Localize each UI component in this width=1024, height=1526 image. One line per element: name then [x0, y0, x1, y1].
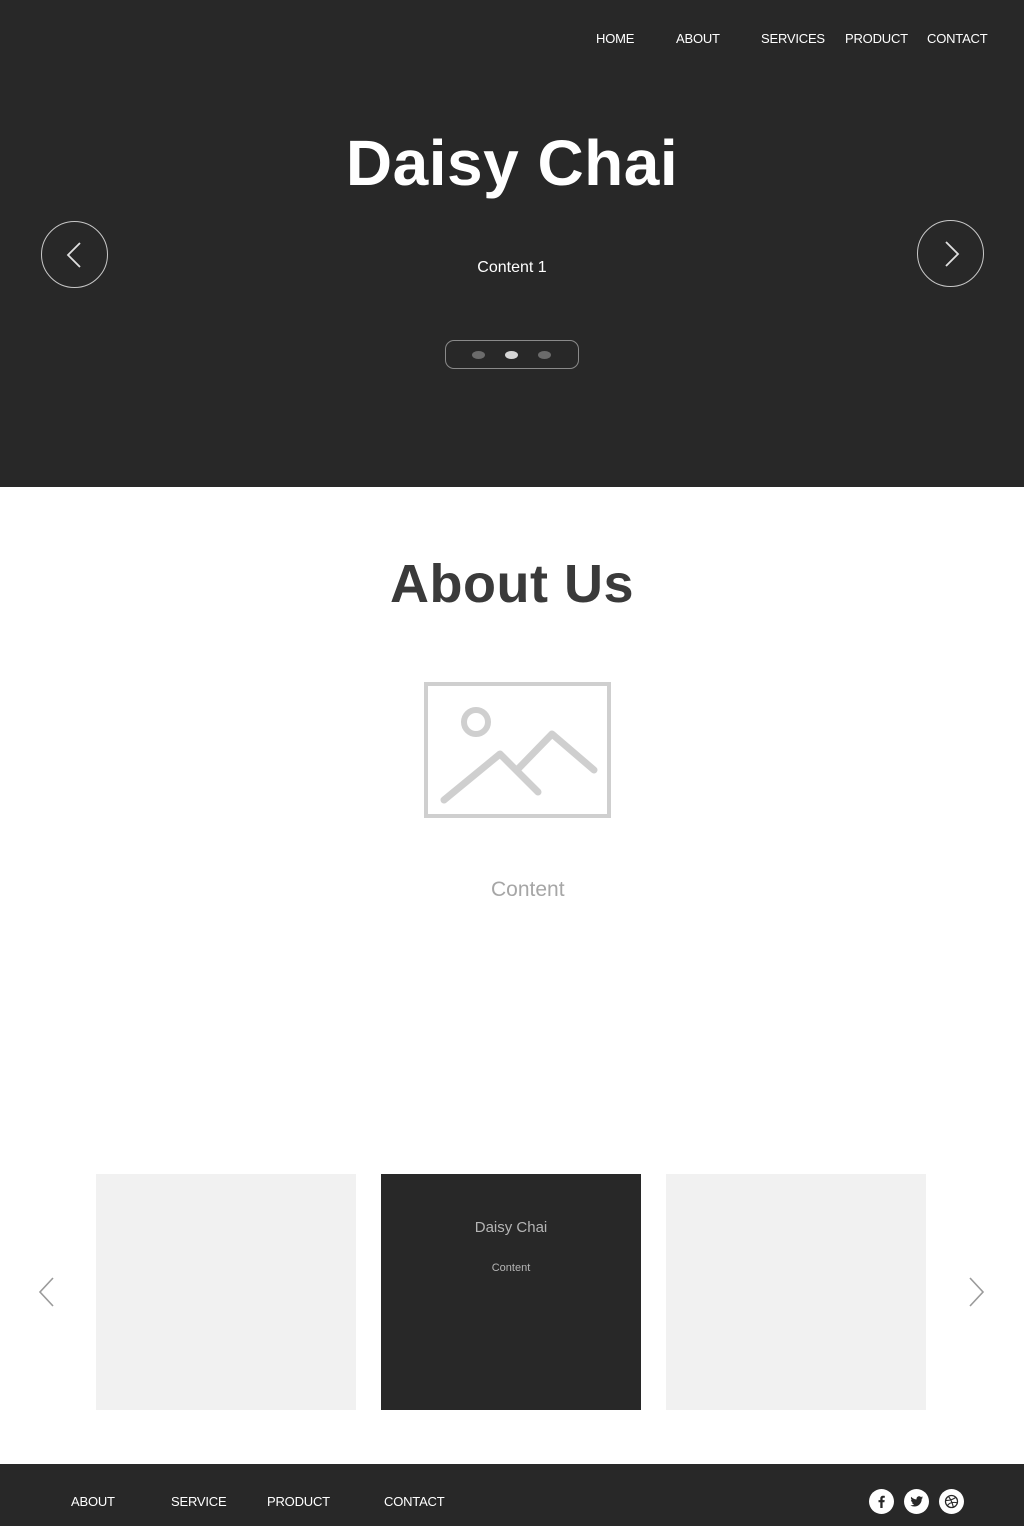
- hero-content: Content 1: [477, 259, 547, 276]
- card-title: Daisy Chai: [474, 1219, 548, 1236]
- facebook-button[interactable]: [869, 1489, 894, 1514]
- slide-dot-2-active[interactable]: [505, 351, 518, 359]
- nav-item-product[interactable]: PRODUCT: [845, 31, 908, 46]
- chevron-right-icon: [945, 241, 960, 267]
- nav-item-services[interactable]: SERVICES: [761, 31, 825, 46]
- slide-indicator: [445, 340, 579, 369]
- about-content: Content: [491, 878, 565, 901]
- chevron-left-icon: [66, 242, 81, 268]
- image-placeholder-icon: [424, 682, 611, 818]
- slide-dot-3[interactable]: [538, 351, 551, 359]
- slide-dot-1[interactable]: [472, 351, 485, 359]
- footer-link-product[interactable]: PRODUCT: [267, 1494, 330, 1509]
- footer-link-service[interactable]: SERVICE: [171, 1494, 227, 1509]
- cards-next-button[interactable]: [966, 1276, 986, 1308]
- nav-item-home[interactable]: HOME: [596, 31, 634, 46]
- about-title: About Us: [390, 554, 634, 614]
- footer-link-contact[interactable]: CONTACT: [384, 1494, 445, 1509]
- hero-slider: HOME ABOUT SERVICES PRODUCT CONTACT Dais…: [0, 0, 1024, 487]
- twitter-icon: [910, 1496, 923, 1507]
- card-3[interactable]: [666, 1174, 926, 1410]
- dribbble-button[interactable]: [939, 1489, 964, 1514]
- hero-prev-button[interactable]: [41, 221, 108, 288]
- card-1[interactable]: [96, 1174, 356, 1410]
- facebook-icon: [878, 1495, 885, 1508]
- card-content: Content: [491, 1262, 531, 1274]
- nav-item-about[interactable]: ABOUT: [676, 31, 720, 46]
- footer-link-about[interactable]: ABOUT: [71, 1494, 115, 1509]
- hero-title: Daisy Chai: [345, 127, 679, 199]
- card-2-active[interactable]: Daisy Chai Content: [381, 1174, 641, 1410]
- twitter-button[interactable]: [904, 1489, 929, 1514]
- top-navigation: HOME ABOUT SERVICES PRODUCT CONTACT: [0, 0, 1024, 76]
- chevron-left-icon: [38, 1277, 54, 1307]
- dribbble-icon: [944, 1494, 959, 1509]
- chevron-right-icon: [969, 1277, 985, 1307]
- cards-prev-button[interactable]: [37, 1276, 57, 1308]
- nav-item-contact[interactable]: CONTACT: [927, 31, 988, 46]
